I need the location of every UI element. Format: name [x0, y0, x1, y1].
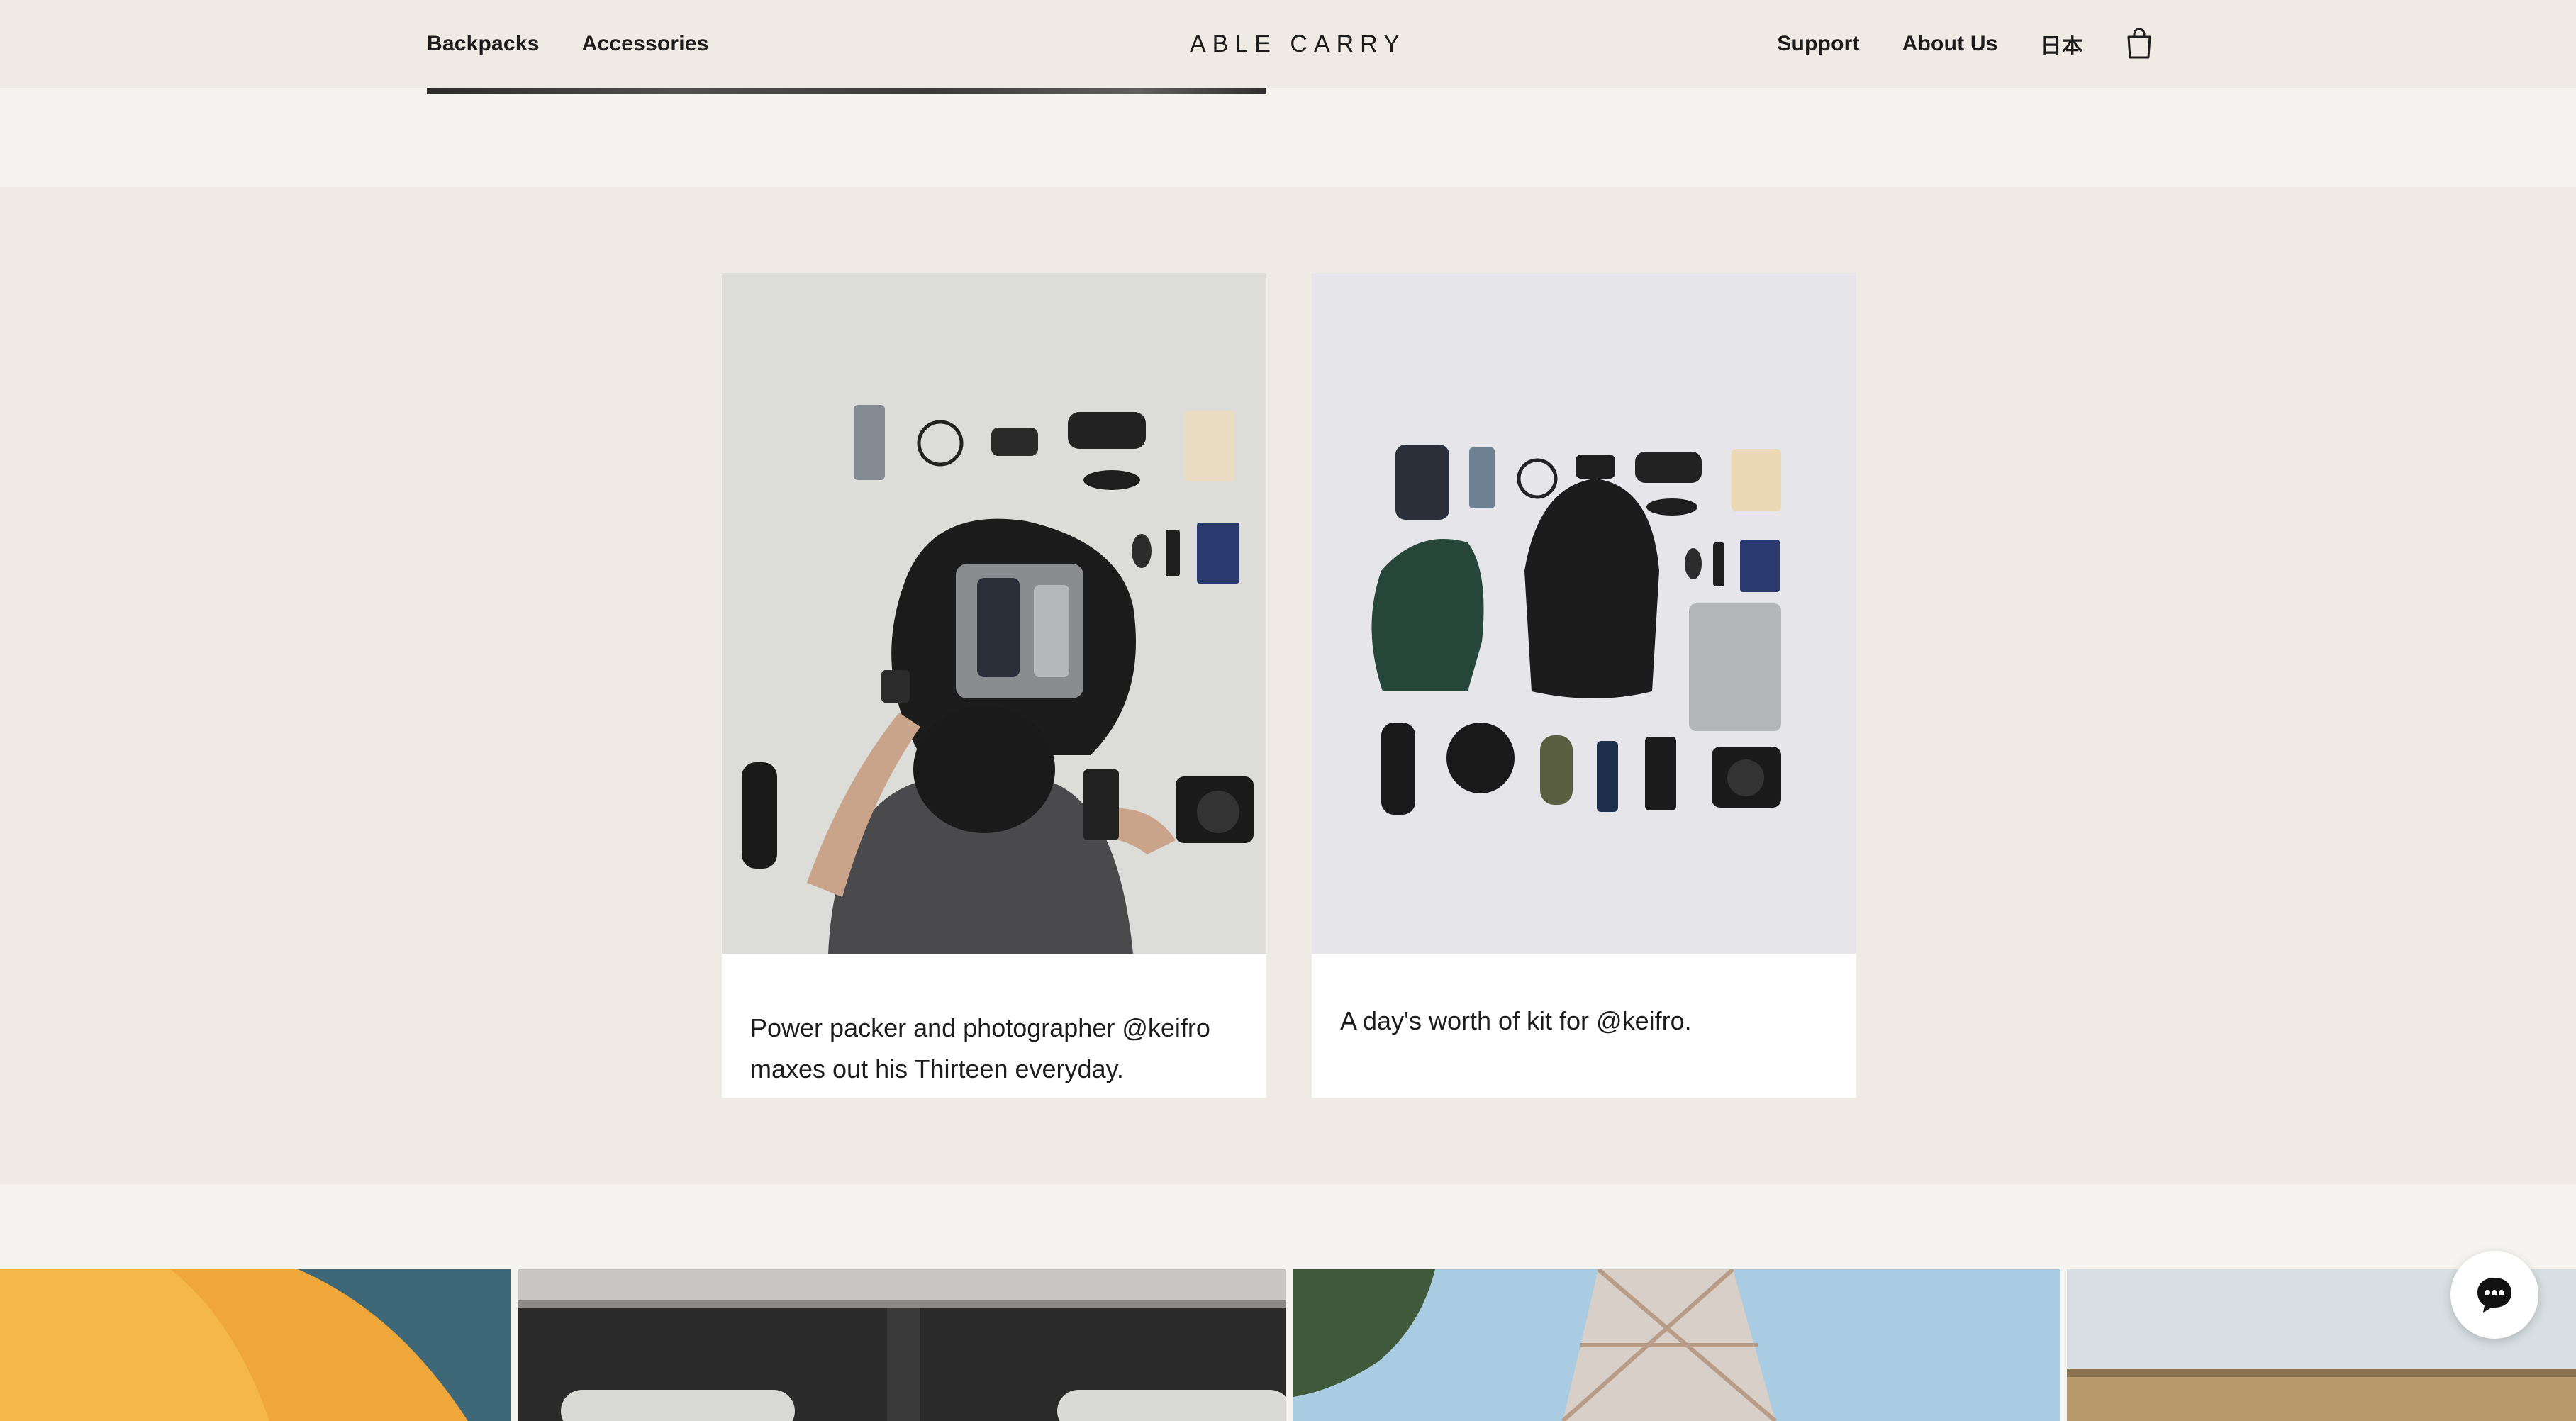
chat-widget-button[interactable]	[2450, 1251, 2538, 1339]
feature-section: Power packer and photographer @keifro ma…	[0, 187, 2576, 1184]
nav-link-support[interactable]: Support	[1777, 32, 1859, 56]
nav-link-about-us[interactable]: About Us	[1902, 32, 1998, 56]
brand-logo[interactable]: ABLE CARRY	[1190, 0, 1406, 88]
nav-link-accessories[interactable]: Accessories	[582, 32, 709, 56]
card-caption: A day's worth of kit for @keifro.	[1340, 1006, 1692, 1035]
gallery-tile-kayak[interactable]	[0, 1269, 511, 1421]
gallery-tile-tokyo-tower[interactable]	[1293, 1269, 2060, 1421]
site-header: Backpacks Accessories ABLE CARRY Support…	[0, 0, 2576, 88]
gallery-tile-train[interactable]	[518, 1269, 1286, 1421]
feature-card-photographer[interactable]: Power packer and photographer @keifro ma…	[722, 273, 1266, 1098]
previous-section	[0, 88, 2576, 187]
nav-link-japan[interactable]: 日本	[2041, 28, 2083, 60]
gallery-section	[0, 1184, 2576, 1421]
previous-image-edge	[427, 88, 1266, 94]
photographer-packing-photo	[722, 273, 1266, 954]
nav-link-backpacks[interactable]: Backpacks	[427, 32, 540, 56]
primary-nav: Backpacks Accessories	[427, 0, 709, 88]
everyday-kit-photo	[1312, 273, 1856, 954]
chat-bubble-icon	[2473, 1274, 2516, 1316]
secondary-nav: Support About Us 日本	[1777, 0, 2153, 88]
shopping-bag-icon[interactable]	[2126, 28, 2153, 60]
card-caption: Power packer and photographer @keifro ma…	[750, 1013, 1210, 1083]
feature-card-kit[interactable]: A day's worth of kit for @keifro.	[1312, 273, 1856, 1098]
